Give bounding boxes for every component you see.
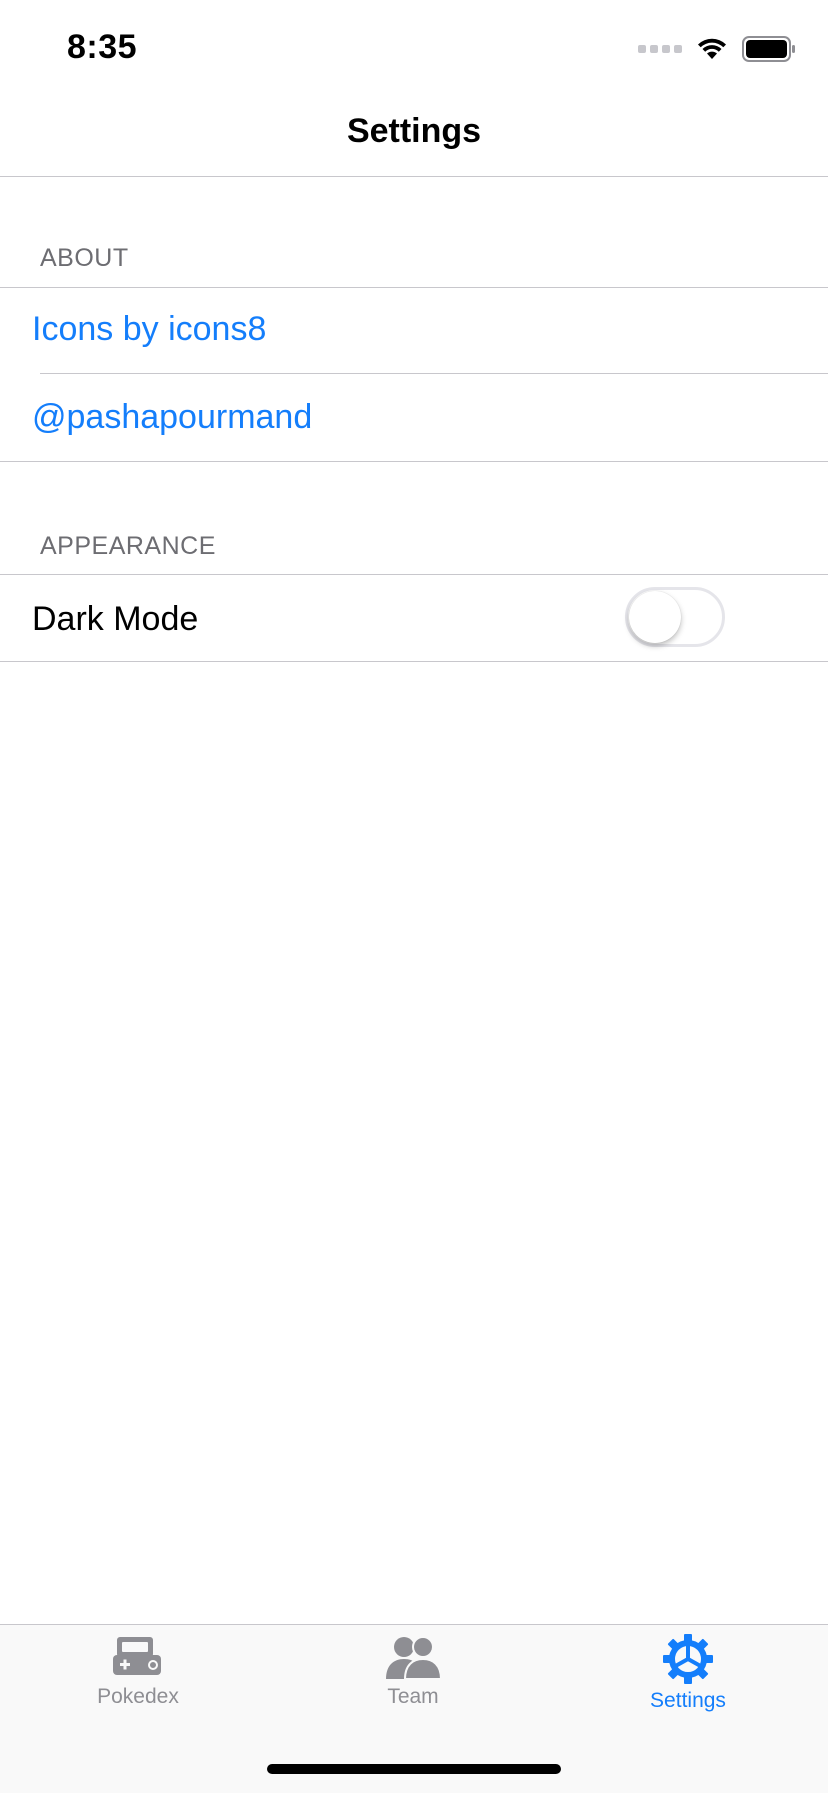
tab-pokedex[interactable]: Pokedex (38, 1633, 238, 1709)
page-title: Settings (346, 112, 482, 150)
wifi-icon (698, 38, 726, 59)
separator (0, 461, 828, 462)
section-header-appearance: APPEARANCE (40, 532, 216, 560)
tab-label: Settings (650, 1689, 726, 1712)
icons8-credit-link[interactable]: Icons by icons8 (32, 310, 266, 349)
status-icons (638, 36, 796, 62)
separator (0, 574, 828, 575)
navigation-bar: Settings (0, 100, 828, 177)
status-bar: 8:35 (0, 0, 828, 100)
pokedex-icon (113, 1637, 161, 1675)
status-time: 8:35 (67, 28, 138, 66)
separator (0, 661, 828, 662)
gear-icon (663, 1634, 713, 1684)
battery-icon (742, 36, 795, 62)
toggle-knob (629, 591, 681, 643)
home-indicator (267, 1764, 561, 1774)
dark-mode-label: Dark Mode (32, 600, 199, 638)
dark-mode-toggle[interactable] (625, 587, 725, 647)
author-handle-link[interactable]: @pashapourmand (32, 398, 312, 437)
cellular-signal-icon (638, 45, 682, 53)
tab-settings[interactable]: Settings (588, 1633, 788, 1713)
tab-label: Team (387, 1685, 439, 1708)
separator (0, 287, 828, 288)
separator (40, 373, 828, 374)
tab-label: Pokedex (97, 1685, 179, 1708)
section-header-about: ABOUT (40, 244, 129, 272)
tab-team[interactable]: Team (313, 1633, 513, 1709)
team-icon (386, 1636, 443, 1680)
